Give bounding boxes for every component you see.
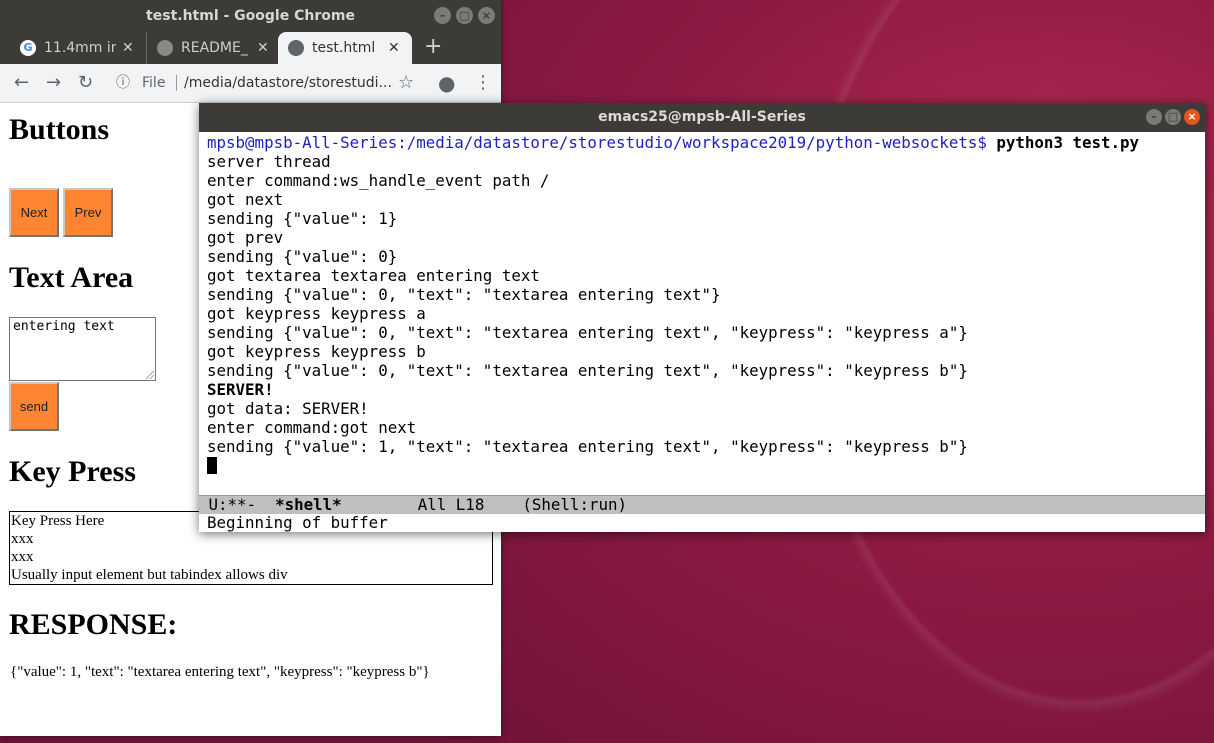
tab-close-icon[interactable]: ✕ (122, 32, 134, 64)
tab-label: 11.4mm in (44, 40, 116, 56)
globe-icon (288, 40, 304, 56)
address-bar[interactable]: ⓘ File /media/datastore/storestudi... (116, 70, 430, 96)
response-heading: RESPONSE: (9, 608, 178, 641)
shell-command: python3 test.py (996, 133, 1140, 152)
tab-label: test.html (312, 40, 376, 56)
output-line: sending {"value": 0} (207, 247, 398, 266)
response-text: {"value": 1, "text": "textarea entering … (10, 664, 430, 680)
shell-prompt: mpsb@mpsb-All-Series:/media/datastore/st… (207, 133, 997, 152)
output-line: got textarea textarea entering text (207, 266, 540, 285)
next-button[interactable]: Next (9, 188, 59, 237)
tab-strip: G 11.4mm in ✕ README_ ✕ test.html ✕ + (0, 32, 501, 64)
resize-grip-icon[interactable] (146, 371, 154, 379)
output-line: enter command:got next (207, 418, 417, 437)
text-area[interactable]: entering text (9, 317, 156, 381)
keypress-line: Usually input element but tabindex allow… (11, 567, 288, 583)
window-title: test.html - Google Chrome (146, 8, 355, 24)
reload-icon[interactable]: ↻ (78, 64, 93, 102)
back-icon[interactable]: ← (14, 64, 29, 102)
send-button[interactable]: send (9, 382, 59, 431)
textarea-heading: Text Area (9, 261, 134, 294)
minibuffer[interactable]: Beginning of buffer (207, 513, 388, 532)
prev-button[interactable]: Prev (63, 188, 113, 237)
new-tab-button[interactable]: + (424, 32, 442, 62)
server-input-line: SERVER! (207, 380, 274, 399)
text-cursor (207, 457, 217, 474)
minimize-icon[interactable]: – (434, 7, 451, 24)
chrome-titlebar[interactable]: test.html - Google Chrome – □ × (0, 0, 501, 32)
bookmark-star-icon[interactable]: ☆ (398, 64, 414, 102)
info-icon[interactable]: ⓘ (116, 70, 130, 96)
scheme-label: File (142, 75, 166, 91)
address-separator (176, 75, 177, 91)
keypress-heading: Key Press (9, 455, 136, 488)
output-line: server thread (207, 152, 331, 171)
account-icon[interactable]: ● (438, 64, 455, 102)
output-line: sending {"value": 0, "text": "textarea e… (207, 323, 968, 342)
forward-icon[interactable]: → (46, 64, 61, 102)
output-line: got keypress keypress b (207, 342, 426, 361)
modeline-mode: (Shell:run) (522, 495, 627, 514)
tab-label: README_ (181, 40, 248, 56)
emacs-window: emacs25@mpsb-All-Series – □ × mpsb@mpsb-… (199, 103, 1205, 532)
emacs-titlebar[interactable]: emacs25@mpsb-All-Series – □ × (199, 103, 1205, 132)
keypress-line: xxx (11, 531, 34, 547)
output-line: got data: SERVER! (207, 399, 369, 418)
keypress-line: xxx (11, 549, 34, 565)
google-favicon-icon: G (20, 40, 36, 56)
url-text[interactable]: /media/datastore/storestudi... (184, 70, 392, 96)
modeline-position: All L18 (341, 495, 523, 514)
output-line: sending {"value": 0, "text": "textarea e… (207, 285, 721, 304)
tab-close-icon[interactable]: ✕ (388, 32, 400, 64)
emacs-title: emacs25@mpsb-All-Series (598, 109, 806, 125)
output-line: sending {"value": 1, "text": "textarea e… (207, 437, 968, 456)
tab-readme[interactable]: README_ ✕ (146, 32, 279, 64)
toolbar: ← → ↻ ⓘ File /media/datastore/storestudi… (0, 64, 501, 103)
modeline-state: U:**- (199, 495, 276, 514)
menu-icon[interactable]: ⋮ (474, 64, 492, 102)
globe-icon (157, 40, 173, 56)
tab-test-html[interactable]: test.html ✕ (278, 32, 412, 64)
tab-close-icon[interactable]: ✕ (257, 32, 269, 64)
maximize-icon[interactable]: □ (456, 7, 473, 24)
output-line: sending {"value": 1} (207, 209, 398, 228)
minimize-icon[interactable]: – (1146, 109, 1162, 125)
close-icon[interactable]: × (1184, 109, 1200, 125)
output-line: sending {"value": 0, "text": "textarea e… (207, 361, 968, 380)
output-line: got keypress keypress a (207, 304, 426, 323)
maximize-icon[interactable]: □ (1165, 109, 1181, 125)
output-line: got prev (207, 228, 284, 247)
text-area-value: entering text (13, 319, 115, 334)
mode-line: U:**- *shell* All L18 (Shell:run) (199, 495, 1205, 514)
close-icon[interactable]: × (478, 7, 495, 24)
buttons-heading: Buttons (9, 113, 110, 146)
output-line: enter command:ws_handle_event path / (207, 171, 550, 190)
tab-google[interactable]: G 11.4mm in ✕ (10, 32, 142, 64)
modeline-buffer: *shell* (275, 495, 342, 514)
output-line: got next (207, 190, 284, 209)
shell-buffer[interactable]: mpsb@mpsb-All-Series:/media/datastore/st… (207, 133, 1139, 475)
